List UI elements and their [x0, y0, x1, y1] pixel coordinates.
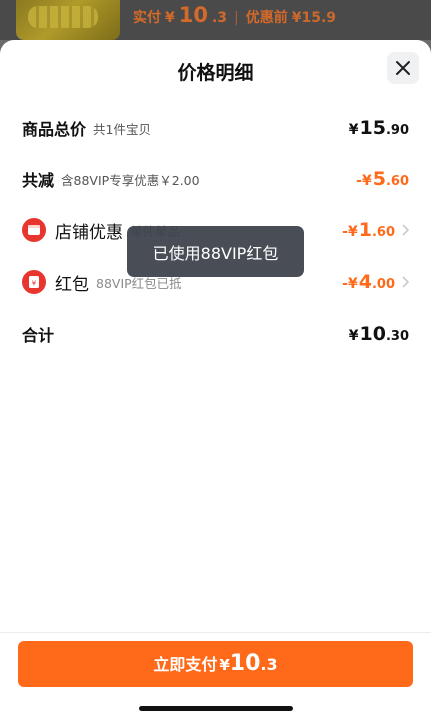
home-indicator[interactable]	[139, 706, 293, 711]
sum-int: 10	[359, 323, 386, 345]
background-price-prefix: 实付	[133, 10, 161, 26]
pay-now-label: 立即支付	[153, 655, 218, 674]
chevron-right-icon	[401, 276, 409, 288]
shop-coupon-amount: -¥ 1.60	[342, 219, 395, 241]
shop-coupon-label: 店铺优惠	[55, 222, 123, 243]
chevron-right-icon	[401, 224, 409, 236]
background-price-summary: 实付 ¥10.3 | 优惠前 ¥15.9	[133, 3, 336, 29]
close-button[interactable]	[387, 52, 419, 84]
sum-currency: ¥	[348, 328, 359, 344]
red-packet-icon: ¥	[22, 270, 46, 294]
total-discount-int: 5	[372, 168, 386, 190]
product-thumbnail	[16, 0, 120, 40]
row-total-discount: 共减 含88VIP专享优惠￥2.00 -¥ 5.60	[22, 164, 409, 194]
svg-text:¥: ¥	[32, 280, 37, 288]
goods-total-currency: ¥	[348, 122, 359, 138]
red-packet-prefix: -¥	[342, 276, 358, 292]
total-discount-dec: .60	[385, 174, 409, 189]
red-packet-amount: -¥ 4.00	[342, 271, 395, 293]
shop-coupon-prefix: -¥	[342, 224, 358, 240]
background-orig-price: ¥15.9	[291, 10, 337, 26]
close-icon	[396, 61, 410, 75]
pay-now-int: 10	[229, 651, 261, 676]
shop-coupon-icon	[22, 218, 46, 242]
total-discount-label: 共减	[22, 171, 55, 190]
background-currency: ¥	[165, 10, 175, 26]
background-separator: |	[234, 10, 239, 26]
red-packet-int: 4	[358, 271, 372, 293]
sum-label: 合计	[22, 326, 55, 345]
total-discount-prefix: -¥	[356, 173, 372, 189]
shop-coupon-dec: .60	[371, 225, 395, 240]
sheet-title: 价格明细	[177, 62, 254, 84]
red-packet-label: 红包	[55, 274, 89, 295]
background-price-int: 10	[178, 3, 208, 27]
goods-total-count: 共1件宝贝	[93, 121, 151, 137]
pay-now-currency: ¥	[219, 656, 230, 674]
pay-now-button[interactable]: 立即支付 ¥10.3	[18, 641, 413, 687]
goods-total-label: 商品总价	[22, 120, 87, 139]
goods-total-amount: ¥15.90	[349, 117, 409, 139]
red-packet-dec: .00	[371, 277, 395, 292]
row-goods-total: 商品总价 共1件宝贝 ¥15.90	[22, 113, 409, 143]
background-orig-label: 优惠前	[245, 10, 288, 26]
row-sum: 合计 ¥10.30	[22, 319, 409, 349]
goods-total-int: 15	[359, 117, 386, 139]
sum-dec: .30	[385, 329, 409, 344]
total-discount-note: 含88VIP专享优惠￥2.00	[61, 172, 200, 188]
toast-message: 已使用88VIP红包	[127, 226, 304, 277]
pay-now-dec: .3	[260, 655, 278, 674]
background-page: 实付 ¥10.3 | 优惠前 ¥15.9	[0, 0, 431, 40]
footer-divider	[0, 632, 431, 633]
total-discount-amount: -¥ 5.60	[356, 168, 409, 190]
sum-amount: ¥10.30	[349, 323, 409, 345]
shop-coupon-int: 1	[358, 219, 372, 241]
price-detail-sheet: 价格明细 商品总价 共1件宝贝 ¥15.90 共减 含88VIP专享优惠￥2.0…	[0, 40, 431, 720]
background-price-dec: .3	[211, 10, 228, 26]
goods-total-dec: .90	[385, 123, 409, 138]
